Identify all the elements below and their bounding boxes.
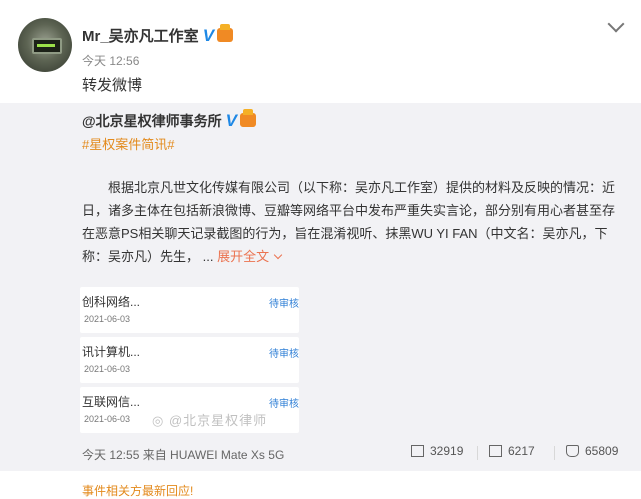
avatar[interactable] xyxy=(18,18,72,72)
repost-count[interactable]: 32919 xyxy=(430,444,463,458)
repost-icon xyxy=(411,445,424,457)
like-icon xyxy=(566,445,579,457)
list-item: 创科网络... 2021-06-03 待审核 xyxy=(80,287,299,333)
post-author-name[interactable]: Mr_吴亦凡工作室 xyxy=(82,28,199,45)
original-author[interactable]: @北京星权律师事务所 V xyxy=(82,109,256,131)
item-title: 互联网信... xyxy=(82,395,141,409)
divider xyxy=(554,446,555,460)
repost-button[interactable]: 32919 xyxy=(411,444,463,458)
post-text: 转发微博 xyxy=(82,77,143,94)
expand-label[interactable]: 展开全文 xyxy=(217,249,269,264)
crown-icon xyxy=(217,24,234,42)
verified-v-icon: V xyxy=(202,26,215,45)
item-status: 待审核 xyxy=(269,399,299,410)
item-title: 创科网络... xyxy=(82,295,141,309)
comment-button[interactable]: 6217 xyxy=(489,444,535,458)
related-update-link[interactable]: 事件相关方最新回应! xyxy=(82,482,193,499)
topic-tag[interactable]: #星权案件简讯# xyxy=(82,134,174,153)
verified-v-icon: V xyxy=(225,111,237,130)
source-time[interactable]: 今天 12:55 来自 HUAWEI Mate Xs 5G xyxy=(82,446,284,463)
comment-count[interactable]: 6217 xyxy=(508,444,535,458)
chevron-down-icon[interactable] xyxy=(607,15,625,33)
item-date: 2021-06-03 xyxy=(84,364,131,374)
item-status: 待审核 xyxy=(269,349,299,360)
watermark-text: @北京星权律师 xyxy=(168,413,268,428)
post-time[interactable]: 今天 12:56 xyxy=(82,52,139,69)
weibo-watermark-icon: ◎ xyxy=(152,413,165,428)
ellipsis: ... xyxy=(202,249,214,264)
original-body: 根据北京凡世文化传媒有限公司（以下称：吴亦凡工作室）提供的材料及反映的情况：近日… xyxy=(82,176,622,268)
item-title: 讯计算机... xyxy=(82,345,141,359)
chevron-down-icon xyxy=(273,250,283,260)
comment-icon xyxy=(489,445,502,457)
weibo-watermark: ◎ @北京星权律师 xyxy=(152,410,267,429)
item-date: 2021-06-03 xyxy=(84,414,131,424)
body-text: 根据北京凡世文化传媒有限公司（以下称：吴亦凡工作室）提供的材料及反映的情况：近日… xyxy=(82,180,616,264)
post-author[interactable]: Mr_吴亦凡工作室 V xyxy=(82,24,234,46)
like-count[interactable]: 65809 xyxy=(585,444,618,458)
item-status: 待审核 xyxy=(269,299,299,310)
expand-link[interactable]: 展开全文 xyxy=(217,249,283,264)
list-item: 讯计算机... 2021-06-03 待审核 xyxy=(80,337,299,383)
original-author-name[interactable]: @北京星权律师事务所 xyxy=(82,113,222,129)
item-date: 2021-06-03 xyxy=(84,314,131,324)
divider xyxy=(477,446,478,460)
like-button[interactable]: 65809 xyxy=(566,444,618,458)
crown-icon xyxy=(240,109,256,127)
